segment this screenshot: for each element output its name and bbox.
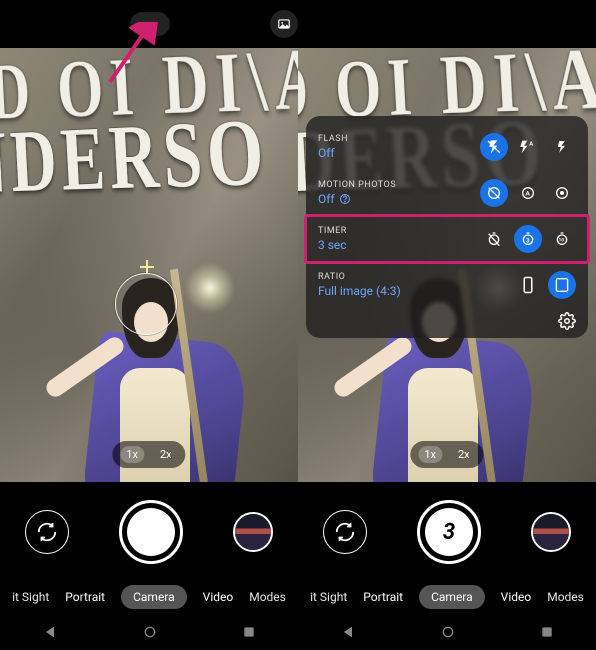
mode-portrait[interactable]: Portrait xyxy=(65,590,105,604)
flash-row: FLASH Off A xyxy=(306,124,588,170)
screen-camera-settings: ID OI DI\AINDUIN NDERSO 1x 2x FLASH Off xyxy=(298,0,596,650)
more-settings-button[interactable] xyxy=(558,312,576,330)
shutter-button[interactable] xyxy=(119,500,183,564)
capture-controls: 3 xyxy=(298,482,596,582)
timer-3s-option[interactable]: 3 xyxy=(514,225,542,253)
motion-photos-row: MOTION PHOTOS Off A xyxy=(306,170,588,216)
timer-3s-icon: 3 xyxy=(520,231,536,247)
ratio-label: RATIO xyxy=(318,272,514,282)
help-icon[interactable] xyxy=(339,193,351,205)
nav-back-icon[interactable] xyxy=(42,624,58,640)
mode-night-sight[interactable]: it Sight xyxy=(12,590,49,604)
zoom-2x[interactable]: 2x xyxy=(452,446,476,463)
motion-off-option[interactable] xyxy=(480,179,508,207)
svg-text:A: A xyxy=(529,142,533,148)
flash-value: Off xyxy=(318,146,480,160)
mode-night-sight[interactable]: it Sight xyxy=(310,590,347,604)
nav-recent-icon[interactable] xyxy=(242,625,256,639)
mode-more[interactable]: Modes xyxy=(249,590,286,604)
flash-off-icon xyxy=(486,139,502,155)
top-bar xyxy=(0,0,298,48)
svg-text:3: 3 xyxy=(526,237,530,244)
shutter-inner: 3 xyxy=(425,508,473,556)
ratio-tall-icon xyxy=(522,276,534,294)
nav-back-icon[interactable] xyxy=(340,624,356,640)
flash-on-option[interactable] xyxy=(548,133,576,161)
ratio-full-option[interactable] xyxy=(548,271,576,299)
quick-settings-panel: FLASH Off A MOTION PHOTOS Off xyxy=(306,116,588,338)
motion-label: MOTION PHOTOS xyxy=(318,180,480,190)
camera-viewfinder[interactable]: ID OI DI\AINDUIN NDERSO 1x 2x xyxy=(0,48,298,482)
flash-off-option[interactable] xyxy=(480,133,508,161)
mode-camera[interactable]: Camera xyxy=(121,585,187,609)
book-cover-text-line2: NDERSO xyxy=(0,101,298,206)
zoom-1x[interactable]: 1x xyxy=(120,446,144,463)
motion-off-icon xyxy=(486,185,502,201)
image-icon xyxy=(277,17,291,31)
ratio-value: Full image (4:3) xyxy=(318,284,514,298)
zoom-selector[interactable]: 1x 2x xyxy=(410,441,483,468)
motion-value: Off xyxy=(318,192,335,206)
timer-10s-option[interactable]: 10 xyxy=(548,225,576,253)
flash-auto-option[interactable]: A xyxy=(514,133,542,161)
switch-camera-icon xyxy=(36,521,58,543)
timer-10s-icon: 10 xyxy=(554,231,570,247)
mode-video[interactable]: Video xyxy=(203,590,234,604)
flash-on-icon xyxy=(555,139,569,155)
switch-camera-button[interactable] xyxy=(25,510,69,554)
chevron-down-icon xyxy=(143,17,157,31)
timer-off-option[interactable] xyxy=(480,225,508,253)
timer-row: TIMER 3 sec 3 10 xyxy=(306,216,588,262)
motion-auto-icon: A xyxy=(520,185,536,201)
zoom-selector[interactable]: 1x 2x xyxy=(112,441,185,468)
capture-controls xyxy=(0,482,298,582)
screen-camera-default: ID OI DI\AINDUIN NDERSO 1x 2x xyxy=(0,0,298,650)
last-photo-thumbnail[interactable] xyxy=(531,512,571,552)
timer-value: 3 sec xyxy=(318,238,480,252)
switch-camera-icon xyxy=(334,521,356,543)
last-photo-thumbnail[interactable] xyxy=(233,512,273,552)
top-bar xyxy=(298,0,596,48)
flash-label: FLASH xyxy=(318,134,480,144)
ratio-row: RATIO Full image (4:3) xyxy=(306,262,588,308)
nav-recent-icon[interactable] xyxy=(540,625,554,639)
shutter-button[interactable]: 3 xyxy=(417,500,481,564)
motion-auto-option[interactable]: A xyxy=(514,179,542,207)
android-nav-bar xyxy=(298,614,596,650)
thumbnail-image xyxy=(533,514,569,550)
svg-text:10: 10 xyxy=(559,238,565,244)
timer-label: TIMER xyxy=(318,226,480,236)
svg-text:A: A xyxy=(525,190,530,198)
gear-icon xyxy=(558,312,576,330)
thumbnail-image xyxy=(235,514,271,550)
expand-settings-button[interactable] xyxy=(130,12,170,36)
focus-ring[interactable] xyxy=(115,273,177,335)
zoom-1x[interactable]: 1x xyxy=(418,446,442,463)
mode-video[interactable]: Video xyxy=(501,590,532,604)
mode-selector[interactable]: it Sight Portrait Camera Video Modes xyxy=(0,582,298,612)
motion-on-option[interactable] xyxy=(548,179,576,207)
mode-selector[interactable]: it Sight Portrait Camera Video Modes xyxy=(298,582,596,612)
mode-portrait[interactable]: Portrait xyxy=(363,590,403,604)
flash-auto-icon: A xyxy=(519,139,537,155)
ratio-full-icon xyxy=(555,276,569,294)
timer-off-icon xyxy=(486,231,502,247)
zoom-2x[interactable]: 2x xyxy=(154,446,178,463)
camera-viewfinder[interactable]: ID OI DI\AINDUIN NDERSO 1x 2x FLASH Off xyxy=(298,48,596,482)
mode-more[interactable]: Modes xyxy=(547,590,584,604)
android-nav-bar xyxy=(0,614,298,650)
nav-home-icon[interactable] xyxy=(440,624,456,640)
mode-camera[interactable]: Camera xyxy=(419,585,485,609)
shutter-inner xyxy=(127,508,175,556)
ratio-tall-option[interactable] xyxy=(514,271,542,299)
nav-home-icon[interactable] xyxy=(142,624,158,640)
gallery-shortcut-button[interactable] xyxy=(270,10,298,38)
switch-camera-button[interactable] xyxy=(323,510,367,554)
shutter-countdown: 3 xyxy=(443,520,455,545)
motion-on-icon xyxy=(554,185,570,201)
